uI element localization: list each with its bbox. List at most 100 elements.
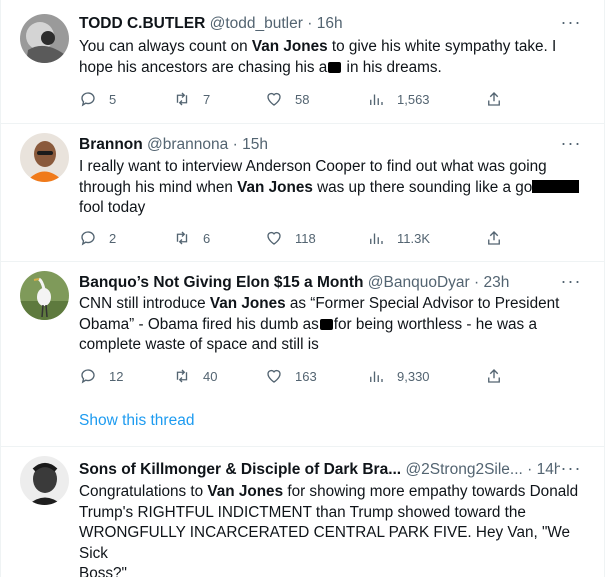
text-segment: WRONGFULLY INCARCERATED CENTRAL PARK FIV… xyxy=(79,524,571,562)
share-icon xyxy=(488,369,500,383)
avatar[interactable] xyxy=(20,456,69,505)
username[interactable]: @brannona xyxy=(147,136,228,153)
views-button[interactable]: 9,330 xyxy=(367,366,430,386)
reply-icon xyxy=(81,231,95,246)
text-segment: I really want to interview Anderson Coop… xyxy=(79,158,547,175)
tweet-text: CNN still introduce Van Jones as “Former… xyxy=(79,294,584,356)
username[interactable]: @2Strong2Sile... xyxy=(405,461,522,478)
reply-count: 12 xyxy=(109,368,124,384)
reply-count: 2 xyxy=(109,230,117,246)
tweet-text: Congratulations to Van Jones for showing… xyxy=(79,482,584,577)
like-count: 163 xyxy=(295,368,317,384)
like-button[interactable]: 58 xyxy=(265,89,309,109)
views-button[interactable]: 1,563 xyxy=(367,89,430,109)
text-segment: hope his ancestors are chasing his a xyxy=(79,58,328,76)
like-icon xyxy=(267,231,281,245)
timestamp[interactable]: 16h xyxy=(317,15,343,32)
views-button[interactable]: 11.3K xyxy=(367,228,430,248)
tweet-header: Sons of Killmonger & Disciple of Dark Br… xyxy=(79,460,560,480)
highlight-term: Van Jones xyxy=(251,38,328,55)
timestamp[interactable]: 23h xyxy=(483,274,509,291)
like-button[interactable]: 163 xyxy=(265,366,317,386)
retweet-count: 7 xyxy=(203,91,211,107)
views-count: 9,330 xyxy=(397,368,430,384)
retweet-icon xyxy=(176,369,188,383)
more-icon[interactable]: ··· xyxy=(560,134,582,157)
text-segment: was up there sounding like a go xyxy=(312,178,533,196)
text-segment: for showing more empathy towards Donald xyxy=(283,483,579,500)
tweet[interactable]: TODD C.BUTLER @todd_butler · 16h ··· You… xyxy=(1,0,604,124)
tweet-text: I really want to interview Anderson Coop… xyxy=(79,157,584,219)
like-icon xyxy=(267,92,281,106)
text-segment: for being worthless - he was a xyxy=(333,315,537,333)
share-icon xyxy=(488,92,500,106)
display-name[interactable]: Banquo’s Not Giving Elon $15 a Month xyxy=(79,274,363,291)
like-count: 58 xyxy=(295,91,310,107)
more-icon[interactable]: ··· xyxy=(560,272,582,295)
views-icon xyxy=(370,233,383,244)
username[interactable]: @BanquoDyar xyxy=(368,274,470,291)
tweet[interactable]: Banquo’s Not Giving Elon $15 a Month @Ba… xyxy=(1,262,604,447)
tweet-header: TODD C.BUTLER @todd_butler · 16h xyxy=(79,14,560,34)
username[interactable]: @todd_butler xyxy=(210,15,303,32)
reply-button[interactable]: 12 xyxy=(79,366,123,386)
tweet[interactable]: Brannon @brannona · 15h ··· I really wan… xyxy=(1,124,604,262)
text-segment: to give his white sympathy take. I xyxy=(327,38,557,55)
reply-icon xyxy=(81,92,95,107)
display-name[interactable]: Sons of Killmonger & Disciple of Dark Br… xyxy=(79,461,401,478)
text-segment: through his mind when xyxy=(79,178,238,196)
highlight-term: Van Jones xyxy=(207,483,284,500)
like-icon xyxy=(267,369,281,383)
share-icon xyxy=(488,231,500,245)
separator: · xyxy=(307,15,313,32)
highlight-term: Van Jones xyxy=(209,295,286,312)
display-name[interactable]: Brannon xyxy=(79,136,143,153)
text-segment: You can always count on xyxy=(79,38,252,55)
separator: · xyxy=(527,461,533,478)
views-count: 1,563 xyxy=(397,91,430,107)
tweet-actions: 2 6 118 11.3K xyxy=(79,228,500,248)
avatar[interactable] xyxy=(20,271,69,320)
more-icon[interactable]: ··· xyxy=(560,13,582,36)
separator: · xyxy=(232,136,238,153)
display-name[interactable]: TODD C.BUTLER xyxy=(79,15,205,32)
reply-button[interactable]: 2 xyxy=(79,228,116,248)
tweet-header: Brannon @brannona · 15h xyxy=(79,135,560,155)
share-button[interactable] xyxy=(485,89,503,109)
tweet-actions: 5 7 58 1,563 xyxy=(79,89,500,109)
more-icon[interactable]: ··· xyxy=(560,459,582,482)
retweet-icon xyxy=(176,231,188,245)
retweet-button[interactable]: 7 xyxy=(173,89,210,109)
text-segment: Obama” - Obama fired his dumb as xyxy=(79,315,319,333)
timestamp[interactable]: 15h xyxy=(242,136,268,153)
redaction-mark xyxy=(328,61,342,73)
text-segment: CNN still introduce xyxy=(79,295,210,312)
reply-icon xyxy=(81,369,95,384)
reply-count: 5 xyxy=(109,91,117,107)
text-segment: complete waste of space and still is xyxy=(79,336,319,353)
retweet-icon xyxy=(176,92,188,106)
avatar[interactable] xyxy=(20,133,69,182)
text-segment: in his dreams. xyxy=(342,58,442,76)
retweet-button[interactable]: 6 xyxy=(173,228,210,248)
text-segment: Trump's RIGHTFUL INDICTMENT than Trump s… xyxy=(79,503,526,521)
retweet-button[interactable]: 40 xyxy=(173,366,217,386)
tweet-text: You can always count on Van Jones to giv… xyxy=(79,37,584,78)
tweet-header: Banquo’s Not Giving Elon $15 a Month @Ba… xyxy=(79,273,560,293)
like-button[interactable]: 118 xyxy=(265,228,316,248)
timeline-feed: TODD C.BUTLER @todd_butler · 16h ··· You… xyxy=(0,0,605,577)
views-count: 11.3K xyxy=(397,230,431,246)
show-thread-link[interactable]: Show this thread xyxy=(79,412,194,430)
share-button[interactable] xyxy=(485,228,503,248)
text-segment: fool today xyxy=(79,199,146,216)
highlight-term: Van Jones xyxy=(237,178,313,196)
share-button[interactable] xyxy=(485,366,503,386)
avatar[interactable] xyxy=(20,14,69,63)
views-icon xyxy=(370,371,383,382)
reply-button[interactable]: 5 xyxy=(79,89,116,109)
timestamp[interactable]: 14h xyxy=(537,461,560,478)
like-count: 118 xyxy=(295,230,316,246)
tweet[interactable]: Sons of Killmonger & Disciple of Dark Br… xyxy=(1,447,604,577)
redaction-mark xyxy=(319,318,333,330)
views-icon xyxy=(370,94,383,105)
